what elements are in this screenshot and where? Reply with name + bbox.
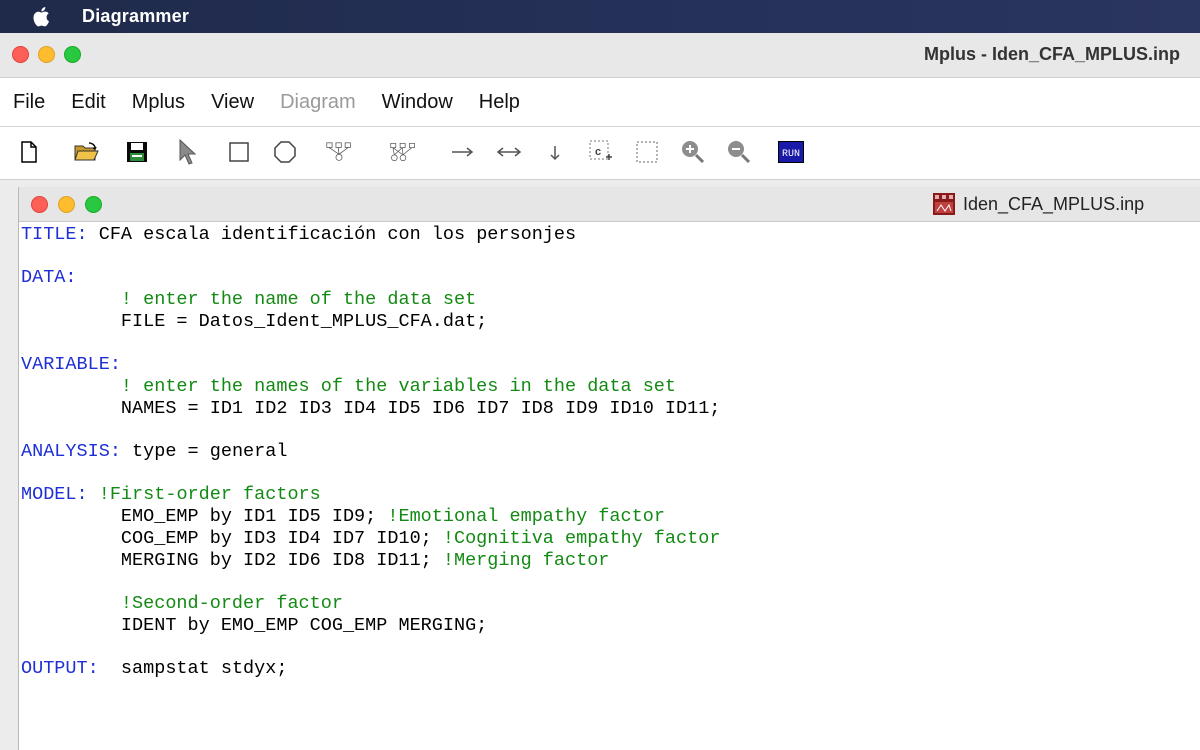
minimize-document-button[interactable] (58, 196, 75, 213)
zoom-in-icon[interactable] (680, 139, 706, 165)
code-line[interactable]: MODEL: !First-order factors (21, 484, 321, 506)
code-keyword: OUTPUT: (21, 658, 99, 679)
code-line[interactable]: VARIABLE: (21, 354, 121, 376)
code-keyword: MODEL: (21, 484, 88, 506)
open-folder-icon[interactable] (74, 139, 100, 165)
code-keyword: DATA: (21, 267, 77, 289)
menu-diagram: Diagram (280, 90, 356, 113)
code-line[interactable]: NAMES = ID1 ID2 ID3 ID4 ID5 ID6 ID7 ID8 … (21, 397, 721, 420)
mplus-file-icon (933, 193, 955, 215)
code-line[interactable]: TITLE: CFA escala identificación con los… (21, 224, 576, 246)
toolbar: c RUN (0, 126, 1200, 180)
code-line[interactable]: FILE = Datos_Ident_MPLUS_CFA.dat; (21, 311, 487, 333)
code-comment: !Second-order factor (21, 592, 343, 614)
new-file-icon[interactable] (16, 139, 42, 165)
document-titlebar: Iden_CFA_MPLUS.inp (19, 187, 1200, 222)
minimize-window-button[interactable] (38, 46, 55, 63)
close-document-button[interactable] (31, 196, 48, 213)
menu-edit[interactable]: Edit (71, 91, 105, 114)
code-line[interactable]: OUTPUT: sampstat stdyx; (21, 658, 287, 680)
code-text: COG_EMP by ID3 ID4 ID7 ID10; (21, 527, 443, 549)
diagram-cross-icon[interactable] (390, 139, 416, 165)
code-comment: ! enter the name of the data set (21, 289, 477, 311)
menu-mplus[interactable]: Mplus (132, 91, 185, 114)
run-icon[interactable]: RUN (778, 139, 804, 165)
arrow-both-icon[interactable] (496, 139, 522, 165)
code-text: FILE = Datos_Ident_MPLUS_CFA.dat; (21, 310, 488, 332)
zoom-document-button[interactable] (85, 196, 102, 213)
code-comment: !Emotional empathy factor (387, 506, 665, 528)
zoom-window-button[interactable] (64, 46, 81, 63)
apple-menu-icon[interactable] (30, 6, 52, 28)
code-keyword: ANALYSIS: (21, 441, 121, 462)
code-text: EMO_EMP by ID1 ID5 ID9; (21, 506, 388, 528)
code-editor[interactable]: TITLE: CFA escala identificación con los… (21, 222, 1199, 750)
close-window-button[interactable] (12, 46, 29, 63)
app-name[interactable]: Diagrammer (82, 6, 189, 27)
arrow-down-icon[interactable] (542, 139, 568, 165)
code-text: type = general (120, 441, 288, 462)
code-comment: !First-order factors (87, 484, 321, 506)
arrow-right-icon[interactable] (450, 139, 476, 165)
code-text: IDENT by EMO_EMP COG_EMP MERGING; (21, 614, 488, 636)
menu-view[interactable]: View (211, 91, 254, 114)
code-text: NAMES = ID1 ID2 ID3 ID4 ID5 ID6 ID7 ID8 … (21, 397, 721, 419)
document-filename: Iden_CFA_MPLUS.inp (963, 194, 1145, 214)
pointer-icon[interactable] (174, 139, 200, 165)
window-title: Mplus - Iden_CFA_MPLUS.inp (923, 44, 1180, 64)
code-line[interactable]: IDENT by EMO_EMP COG_EMP MERGING; (21, 615, 487, 637)
code-line[interactable]: MERGING by ID2 ID6 ID8 ID11; !Merging fa… (21, 549, 610, 572)
code-line[interactable]: EMO_EMP by ID1 ID5 ID9; !Emotional empat… (21, 506, 665, 528)
rectangle-icon[interactable] (226, 139, 252, 165)
menu-file[interactable]: File (13, 91, 45, 114)
zoom-out-icon[interactable] (726, 139, 752, 165)
app-menubar: File Edit Mplus View Diagram Window Help (0, 78, 1200, 126)
code-line[interactable]: !Second-order factor (21, 593, 343, 615)
code-keyword: TITLE: (21, 224, 88, 245)
code-line[interactable]: ! enter the names of the variables in th… (21, 376, 676, 398)
code-line[interactable]: COG_EMP by ID3 ID4 ID7 ID10; !Cognitiva … (21, 527, 721, 550)
system-menubar: Diagrammer (0, 0, 1200, 33)
menu-window[interactable]: Window (382, 91, 453, 114)
code-keyword: VARIABLE: (21, 354, 121, 376)
covariance-select-icon[interactable]: c (588, 139, 614, 165)
code-text: sampstat stdyx; (98, 658, 288, 679)
save-icon[interactable] (124, 139, 150, 165)
code-text: CFA escala identificación con los person… (87, 224, 577, 245)
svg-text:c: c (595, 146, 601, 158)
code-comment: !Merging factor (442, 549, 610, 571)
menu-help[interactable]: Help (479, 91, 520, 114)
code-text: MERGING by ID2 ID6 ID8 ID11; (21, 549, 443, 571)
run-label: RUN (782, 149, 800, 160)
circle-icon[interactable] (272, 139, 298, 165)
code-line[interactable]: ! enter the name of the data set (21, 289, 476, 311)
marquee-select-icon[interactable] (634, 139, 660, 165)
mplus-window: Mplus - Iden_CFA_MPLUS.inp File Edit Mpl… (0, 33, 1200, 750)
window-titlebar: Mplus - Iden_CFA_MPLUS.inp (0, 33, 1200, 78)
document-window: Iden_CFA_MPLUS.inp TITLE: CFA escala ide… (18, 187, 1200, 750)
code-line[interactable]: ANALYSIS: type = general (21, 441, 287, 463)
code-line[interactable]: DATA: (21, 267, 77, 289)
diagram-tree-icon[interactable] (326, 139, 352, 165)
code-comment: ! enter the names of the variables in th… (21, 375, 677, 397)
code-comment: !Cognitiva empathy factor (442, 527, 721, 549)
